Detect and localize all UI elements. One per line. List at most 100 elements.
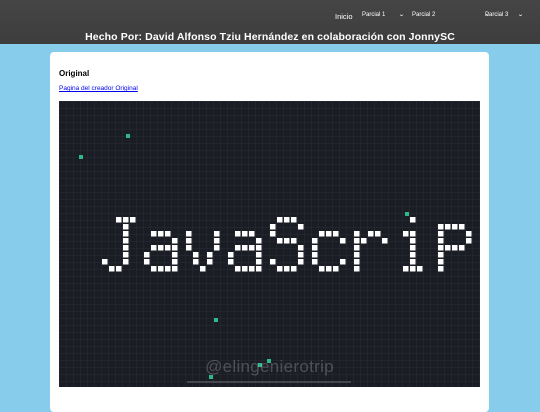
site-title: Hecho Por: David Alfonso Tziu Hernández … [85,31,455,43]
letter-pixel [452,245,458,251]
nav-parcial-2-dropdown[interactable]: Parcial 2 ⌄ [412,11,491,19]
letter-pixel [242,231,248,237]
letter-pixel [256,238,262,244]
letter-pixel [123,252,129,258]
letter-pixel [410,266,416,272]
card-heading: Original [59,69,90,78]
letter-pixel [102,259,108,265]
letter-pixel [165,245,171,251]
letter-pixel [452,224,458,230]
letter-pixel [158,266,164,272]
letter-pixel [459,224,465,230]
letter-pixel [207,259,213,265]
content-card: Original Pagina del creador Original @el… [50,52,489,412]
letter-pixel [312,238,318,244]
letter-pixel [333,266,339,272]
letter-pixel [193,252,199,258]
letter-pixel [186,231,192,237]
letter-pixel [354,238,360,244]
original-creator-link[interactable]: Pagina del creador Original [59,85,138,92]
letter-pixel [214,231,220,237]
letter-pixel [403,266,409,272]
letter-pixel [228,259,234,265]
nav-parcial-3-dropdown[interactable]: Parcial 3 ⌄ [485,11,524,19]
nav-parcial-2-label: Parcial 2 [412,11,436,18]
letter-pixel [284,266,290,272]
letter-pixel [438,252,444,258]
letter-pixel [256,259,262,265]
letter-pixel [207,252,213,258]
top-navbar: Inicio Parcial 1 ⌄ Parcial 2 ⌄ Parcial 3… [0,0,540,44]
letter-pixel [151,266,157,272]
letter-pixel [116,266,122,272]
letter-pixel [228,252,234,258]
letter-pixel [403,231,409,237]
letter-pixel [186,238,192,244]
letter-pixel [438,266,444,272]
letter-pixel [459,245,465,251]
letter-pixel [158,245,164,251]
letter-pixel [172,266,178,272]
letter-pixel [277,238,283,244]
letter-pixel [340,238,346,244]
letter-pixel [319,231,325,237]
letter-pixel [193,259,199,265]
letter-pixel [123,231,129,237]
javascript-pixel-demo: @elingenierotrip [59,101,480,387]
letter-pixel [116,217,122,223]
letter-pixel [109,266,115,272]
letter-pixel [144,259,150,265]
letter-pixel [298,245,304,251]
accent-pixel [126,134,130,138]
letter-pixel [256,252,262,258]
pixel-grid-canvas [59,101,480,387]
letter-pixel [123,259,129,265]
letter-pixel [298,224,304,230]
letter-pixel [466,231,472,237]
letter-pixel [130,217,136,223]
letter-pixel [438,231,444,237]
nav-parcial-1-label: Parcial 1 [362,11,386,18]
letter-pixel [242,266,248,272]
letter-pixel [375,231,381,237]
letter-pixel [410,238,416,244]
nav-inicio[interactable]: Inicio [335,12,353,21]
letter-pixel [291,238,297,244]
letter-pixel [123,224,129,230]
letter-pixel [151,231,157,237]
letter-pixel [284,238,290,244]
letter-pixel [361,238,367,244]
letter-pixel [326,266,332,272]
letter-pixel [270,224,276,230]
letter-pixel [270,231,276,237]
letter-pixel [256,266,262,272]
letter-pixel [354,266,360,272]
letter-pixel [298,252,304,258]
letter-pixel [270,259,276,265]
letter-pixel [291,217,297,223]
letter-pixel [410,217,416,223]
letter-pixel [333,231,339,237]
letter-pixel [123,217,129,223]
letter-pixel [326,231,332,237]
letter-pixel [291,266,297,272]
letter-pixel [438,238,444,244]
letter-pixel [438,224,444,230]
letter-pixel [340,259,346,265]
letter-pixel [235,266,241,272]
letter-pixel [466,238,472,244]
letter-pixel [354,259,360,265]
letter-pixel [144,252,150,258]
letter-pixel [417,266,423,272]
letter-pixel [298,259,304,265]
letter-pixel [123,245,129,251]
letter-pixel [235,245,241,251]
letter-pixel [445,224,451,230]
nav-parcial-1-dropdown[interactable]: Parcial 1 ⌄ [362,11,405,19]
letter-pixel [312,252,318,258]
letter-pixel [354,252,360,258]
letter-pixel [165,266,171,272]
letter-pixel [172,252,178,258]
letter-pixel [249,231,255,237]
letter-pixel [158,231,164,237]
